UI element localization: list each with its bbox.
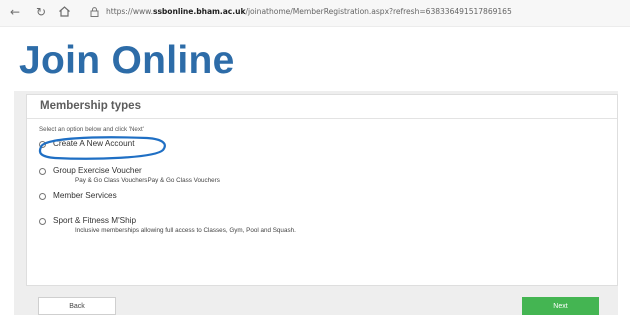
url-domain: ssbonline.bham.ac.uk	[152, 7, 246, 16]
panel-header: Membership types	[27, 95, 617, 119]
radio-button[interactable]	[39, 141, 46, 148]
next-button[interactable]: Next	[522, 297, 599, 315]
url-path: /joinathome/MemberRegistration.aspx?refr…	[245, 7, 512, 16]
radio-button[interactable]	[39, 218, 46, 225]
arrow-left-icon[interactable]: ←	[8, 5, 22, 19]
browser-toolbar: ← ↻ https://www.ssbonline.bham.ac.uk/joi…	[0, 0, 630, 27]
url-prefix: https://www.	[106, 7, 153, 16]
instruction-text: Select an option below and click 'Next'	[39, 126, 144, 133]
address-bar[interactable]: https://www.ssbonline.bham.ac.uk/joinath…	[82, 4, 612, 21]
option-description: Pay & Go Class VouchersPay & Go Class Vo…	[75, 177, 220, 184]
url-text: https://www.ssbonline.bham.ac.uk/joinath…	[106, 7, 512, 16]
lock-icon	[90, 7, 99, 17]
option-description: Inclusive memberships allowing full acce…	[75, 227, 296, 234]
panel-title: Membership types	[40, 100, 141, 112]
radio-button[interactable]	[39, 193, 46, 200]
home-icon[interactable]	[58, 5, 72, 19]
back-button[interactable]: Back	[38, 297, 116, 315]
radio-button[interactable]	[39, 168, 46, 175]
option-label[interactable]: Sport & Fitness M'Ship	[53, 216, 136, 225]
page-title: Join Online	[19, 39, 235, 82]
option-label[interactable]: Group Exercise Voucher	[53, 166, 142, 175]
membership-panel: Membership types Select an option below …	[26, 94, 618, 286]
option-label[interactable]: Create A New Account	[53, 139, 134, 148]
option-label[interactable]: Member Services	[53, 191, 117, 200]
reload-icon[interactable]: ↻	[34, 5, 48, 19]
